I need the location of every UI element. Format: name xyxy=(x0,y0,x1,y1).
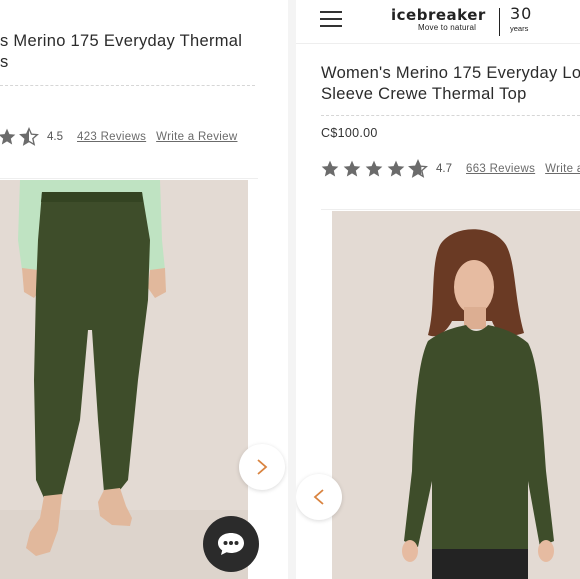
product-title-line-1: Women's Merino 175 Everyday Lo xyxy=(321,64,580,82)
chat-button[interactable] xyxy=(203,516,259,572)
title-divider xyxy=(321,115,580,116)
star-icon xyxy=(387,160,405,177)
write-review-link[interactable]: Write a xyxy=(545,163,580,175)
star-icon xyxy=(343,160,361,177)
rating-value: 4.5 xyxy=(47,131,63,143)
rating-row: 4.7 663 Reviews Write a xyxy=(320,158,580,180)
write-review-link[interactable]: Write a Review xyxy=(156,131,237,143)
reviews-link[interactable]: 423 Reviews xyxy=(77,131,146,143)
star-icon xyxy=(365,160,383,177)
rating-value: 4.7 xyxy=(436,163,452,175)
previous-image-button[interactable] xyxy=(296,474,342,520)
anniversary-label: years xyxy=(510,24,529,33)
anniversary-number: 30 xyxy=(510,4,533,23)
chevron-left-icon xyxy=(313,489,324,505)
chat-bubble-icon xyxy=(218,533,244,555)
logo-separator xyxy=(499,8,500,36)
section-divider xyxy=(321,209,580,210)
product-price: C$100.00 xyxy=(321,126,378,140)
brand-logo[interactable]: icebreaker xyxy=(391,6,486,24)
next-image-button[interactable] xyxy=(239,444,285,490)
product-image-leggings[interactable] xyxy=(0,180,248,579)
product-title-line-2: s xyxy=(0,53,9,71)
rating-row: 4.5 423 Reviews Write a Review xyxy=(0,126,237,148)
star-icon xyxy=(0,128,16,145)
star-half-icon xyxy=(19,127,39,146)
brand-tagline: Move to natural xyxy=(418,23,477,32)
star-partial-icon xyxy=(408,159,428,178)
product-title-line-1: s Merino 175 Everyday Thermal xyxy=(0,32,243,50)
right-product-panel: Women's Merino 175 Everyday Lo Sleeve Cr… xyxy=(296,0,580,579)
chevron-right-icon xyxy=(257,459,268,475)
reviews-link[interactable]: 663 Reviews xyxy=(466,163,535,175)
panel-gap xyxy=(288,0,296,579)
product-title-line-2: Sleeve Crewe Thermal Top xyxy=(321,85,527,103)
section-divider xyxy=(0,178,258,179)
hamburger-icon[interactable] xyxy=(320,11,342,28)
product-image-top[interactable] xyxy=(332,211,580,579)
left-product-panel: s Merino 175 Everyday Thermal s 4.5 423 … xyxy=(0,0,288,579)
title-divider xyxy=(0,85,255,86)
star-rating[interactable] xyxy=(0,127,41,147)
star-rating[interactable] xyxy=(320,159,430,179)
star-icon xyxy=(321,160,339,177)
site-header: icebreaker Move to natural 30 years xyxy=(296,0,580,44)
